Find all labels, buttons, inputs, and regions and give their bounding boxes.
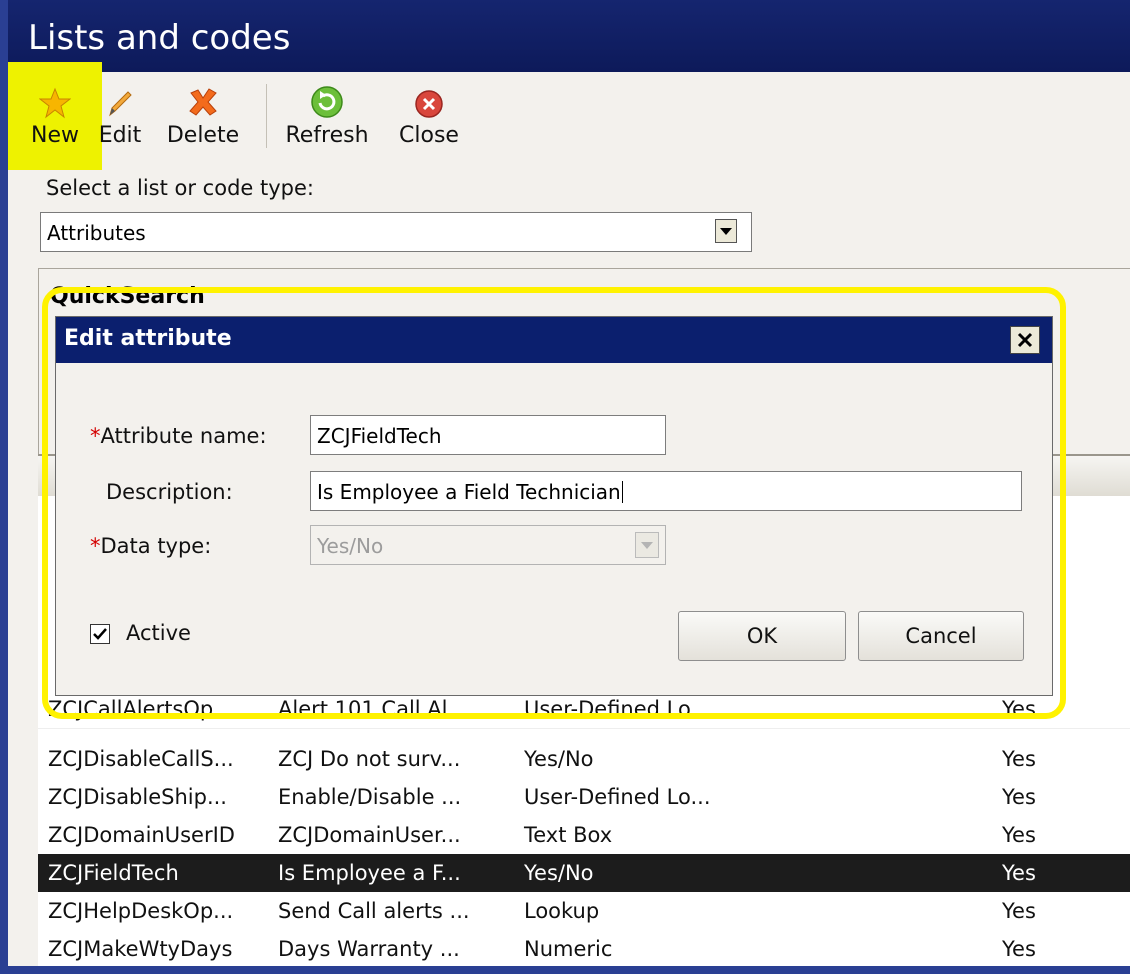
cell-active: Yes: [1002, 823, 1036, 847]
close-circle-icon: [415, 90, 443, 118]
new-button[interactable]: New: [20, 78, 90, 152]
cell-datatype: User-Defined Lo...: [524, 785, 711, 809]
check-icon: [93, 628, 107, 640]
table-row-selected[interactable]: ZCJFieldTech Is Employee a F... Yes/No Y…: [38, 854, 1130, 892]
attribute-name-field[interactable]: ZCJFieldTech: [310, 415, 666, 455]
edit-button-label: Edit: [98, 123, 142, 148]
new-button-label: New: [31, 123, 79, 148]
delete-button[interactable]: Delete: [158, 78, 248, 152]
table-row[interactable]: ZCJDisableCallS... ZCJ Do not surv... Ye…: [38, 740, 1130, 778]
description-label: Description:: [106, 480, 233, 504]
list-type-label: Select a list or code type:: [46, 176, 314, 200]
pencil-icon: [109, 91, 132, 117]
toolbar-divider: [266, 84, 267, 148]
cell-active: Yes: [1002, 937, 1036, 961]
cell-datatype: Yes/No: [524, 747, 594, 771]
table-row[interactable]: ZCJDomainUserID ZCJDomainUser... Text Bo…: [38, 816, 1130, 854]
cell-datatype: Text Box: [524, 823, 613, 847]
cell-name: ZCJFieldTech: [48, 861, 179, 885]
cell-description: Send Call alerts ...: [278, 899, 470, 923]
cell-name: ZCJHelpDeskOp...: [48, 899, 234, 923]
active-checkbox[interactable]: [90, 624, 110, 644]
table-row[interactable]: ZCJDisableShip... Enable/Disable ... Use…: [38, 778, 1130, 816]
text-caret: [621, 481, 623, 503]
delete-button-label: Delete: [166, 123, 240, 148]
cell-name: ZCJDomainUserID: [48, 823, 235, 847]
cell-name: ZCJDisableShip...: [48, 785, 227, 809]
delete-x-icon: [189, 88, 217, 116]
cancel-button[interactable]: Cancel: [858, 611, 1024, 661]
close-x-icon: [1017, 332, 1033, 348]
description-field[interactable]: Is Employee a Field Technician: [310, 471, 1022, 511]
edit-attribute-dialog: Edit attribute *Attribute name: ZCJField…: [55, 316, 1053, 696]
cell-active: Yes: [1002, 861, 1036, 885]
cell-datatype: Lookup: [524, 899, 600, 923]
cell-active: Yes: [1002, 785, 1036, 809]
refresh-button[interactable]: Refresh: [278, 78, 376, 152]
cell-description: ZCJ Do not surv...: [278, 747, 461, 771]
star-icon: [39, 87, 71, 119]
cell-name: ZCJCallAlertsOp...: [48, 697, 234, 721]
table-row[interactable]: ZCJMakeWtyDays Days Warranty ... Numeric…: [38, 930, 1130, 966]
cell-description: Days Warranty ...: [278, 937, 460, 961]
cell-active: Yes: [1002, 747, 1036, 771]
cell-description: Alert 101 Call Al...: [278, 697, 468, 721]
cell-datatype: User-Defined Lo...: [524, 697, 711, 721]
cell-active: Yes: [1002, 697, 1036, 721]
list-type-select[interactable]: Attributes: [40, 212, 752, 252]
title-bar: Lists and codes: [8, 0, 1130, 72]
required-marker: *: [90, 424, 101, 448]
grid-line: [38, 728, 1130, 729]
cell-description: Enable/Disable ...: [278, 785, 462, 809]
refresh-icon: [311, 86, 343, 118]
data-type-select: Yes/No: [310, 525, 666, 565]
quicksearch-label: QuickSearch: [50, 284, 205, 309]
cell-name: ZCJDisableCallS...: [48, 747, 234, 771]
dropdown-arrow-icon[interactable]: [715, 219, 737, 243]
active-label: Active: [126, 621, 191, 645]
dropdown-arrow-icon: [635, 532, 659, 558]
cell-description: ZCJDomainUser...: [278, 823, 461, 847]
close-button-label: Close: [399, 123, 459, 148]
cell-name: ZCJMakeWtyDays: [48, 937, 233, 961]
required-marker: *: [90, 534, 101, 558]
dialog-title: Edit attribute: [64, 326, 232, 351]
attribute-name-label: *Attribute name:: [90, 424, 267, 448]
cell-datatype: Yes/No: [524, 861, 594, 885]
list-type-value: Attributes: [47, 221, 146, 245]
dialog-close-button[interactable]: [1010, 326, 1040, 354]
cell-active: Yes: [1002, 899, 1036, 923]
lists-and-codes-window: Lists and codes New Edit Delete Refresh: [8, 0, 1130, 966]
refresh-button-label: Refresh: [285, 123, 369, 148]
table-row[interactable]: ZCJHelpDeskOp... Send Call alerts ... Lo…: [38, 892, 1130, 930]
ok-button[interactable]: OK: [678, 611, 846, 661]
window-title: Lists and codes: [28, 18, 291, 58]
dialog-title-bar: Edit attribute: [56, 317, 1052, 363]
cell-description: Is Employee a F...: [278, 861, 461, 885]
edit-button[interactable]: Edit: [94, 78, 146, 152]
data-type-label: *Data type:: [90, 534, 212, 558]
close-button[interactable]: Close: [394, 78, 464, 152]
cell-datatype: Numeric: [524, 937, 613, 961]
